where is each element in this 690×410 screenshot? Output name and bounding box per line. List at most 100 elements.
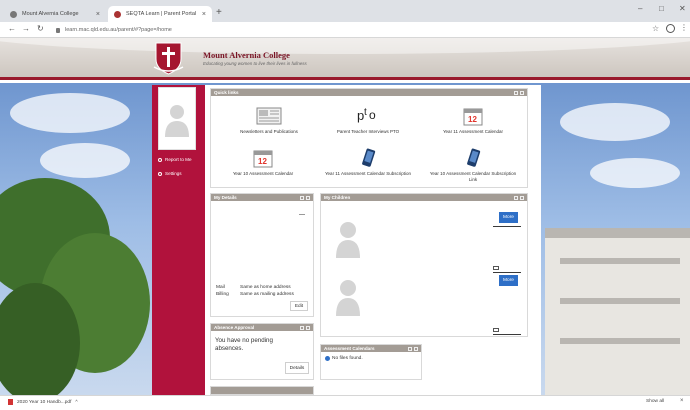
pdf-icon — [8, 399, 13, 405]
college-crest-icon — [153, 42, 184, 75]
widget-header — [211, 387, 313, 394]
tab-title: SEQTA Learn | Parent Portal — [126, 11, 197, 17]
building — [545, 228, 690, 395]
info-icon — [325, 356, 330, 361]
building-roof — [545, 228, 690, 238]
person-silhouette-icon — [165, 104, 189, 137]
phone-icon — [467, 148, 481, 167]
detail-row: Mail Same as home address — [216, 284, 294, 291]
child-divider — [493, 272, 521, 273]
maximize-icon[interactable]: □ — [659, 4, 664, 13]
browser-tab-bar: Mount Alvernia College × SEQTA Learn | P… — [0, 0, 690, 22]
seqta-icon — [114, 10, 121, 18]
url-bar[interactable]: learn.mac.qld.edu.au/parent/#?page=/home — [56, 24, 656, 36]
absence-message: You have no pending absences. — [215, 337, 273, 352]
site-header: Mount Alvernia College Educating young w… — [0, 38, 690, 80]
svg-text:t: t — [364, 107, 367, 118]
window-close-icon[interactable]: ✕ — [679, 4, 686, 13]
edit-button[interactable]: Edit — [290, 301, 308, 311]
download-file-name: 2020 Year 10 Handb...pdf — [17, 399, 72, 405]
quick-link-year11-subscription[interactable]: Year 11 Assessment Calendar Subscription — [322, 148, 414, 177]
quick-link-label: Newsletters and Publications — [240, 129, 298, 134]
widget-controls[interactable] — [300, 195, 310, 200]
building-balcony — [560, 338, 680, 344]
no-files-row: No files found. — [325, 356, 363, 361]
sidebar-item-label: Settings — [165, 171, 182, 176]
widget-header: Assessment Calendars — [321, 345, 421, 352]
widget-controls[interactable] — [514, 195, 524, 200]
widget-title: My Children — [324, 195, 351, 200]
download-bar-close-icon[interactable]: × — [680, 398, 684, 404]
widget-header: My Children — [321, 194, 527, 201]
chevron-up-icon[interactable]: ^ — [75, 400, 77, 405]
more-button[interactable]: More — [499, 275, 518, 286]
child-silhouette-icon — [336, 280, 360, 316]
widget-controls[interactable] — [300, 325, 310, 330]
download-item[interactable]: 2020 Year 10 Handb...pdf ^ — [8, 399, 78, 405]
forward-icon[interactable]: → — [22, 24, 30, 33]
cloud — [560, 103, 670, 141]
widget-controls[interactable] — [514, 90, 524, 95]
minimize-icon[interactable]: – — [638, 4, 642, 13]
quick-link-label: Year 10 Assessment Calendar Subscription… — [429, 171, 517, 182]
tab-close-icon[interactable]: × — [202, 11, 206, 18]
pto-icon: p t o — [357, 107, 376, 123]
new-tab-button[interactable]: + — [216, 7, 222, 18]
header-arc — [0, 38, 690, 54]
widget-header: My Details — [211, 194, 313, 201]
profile-icon[interactable] — [666, 24, 675, 33]
detail-rows: Mail Same as home address Billing Same a… — [216, 284, 294, 298]
globe-icon — [10, 10, 17, 18]
cloud — [40, 143, 130, 178]
gear-icon — [158, 171, 162, 176]
no-files-text: No files found. — [332, 356, 363, 361]
bookmark-star-icon[interactable]: ☆ — [652, 24, 659, 33]
quick-link-year10-calendar[interactable]: 12 Year 10 Assessment Calendar — [217, 148, 309, 177]
widget-header: Quick links — [211, 89, 527, 96]
browser-tab-portal[interactable]: SEQTA Learn | Parent Portal × — [108, 6, 212, 22]
address-bar-row: ← → ↻ learn.mac.qld.edu.au/parent/#?page… — [0, 22, 690, 38]
widget-title: Assessment Calendars — [324, 346, 375, 351]
menu-icon[interactable]: ⋮ — [680, 23, 688, 32]
sidebar-item-report[interactable]: Report to Me — [158, 157, 192, 162]
sidebar-item-settings[interactable]: Settings — [158, 171, 182, 176]
show-all-button[interactable]: Show all — [646, 399, 664, 404]
detail-value: Same as home address — [240, 285, 291, 290]
svg-text:12: 12 — [468, 115, 477, 124]
sidebar-item-label: Report to Me — [165, 157, 192, 162]
url-text: learn.mac.qld.edu.au/parent/#?page=/home — [65, 27, 172, 33]
detail-row: Billing Same as mailing address — [216, 291, 294, 298]
quick-link-pto[interactable]: p t o Parent Teacher Interviews PTO — [322, 106, 414, 135]
cloud — [10, 93, 130, 133]
download-bar: 2020 Year 10 Handb...pdf ^ Show all × — [0, 395, 690, 410]
absence-approval-widget: Absence Approval You have no pending abs… — [210, 323, 314, 380]
quick-link-year10-subscription[interactable]: Year 10 Assessment Calendar Subscription… — [427, 148, 519, 182]
browser-tab-college[interactable]: Mount Alvernia College × — [4, 6, 106, 22]
child-silhouette-icon — [336, 222, 360, 258]
calendar-icon: 12 — [253, 150, 273, 168]
reload-icon[interactable]: ↻ — [37, 24, 44, 33]
child-divider — [493, 334, 521, 335]
back-icon[interactable]: ← — [8, 24, 16, 33]
detail-dash — [299, 214, 305, 215]
lock-icon — [56, 27, 60, 33]
widget-controls[interactable] — [408, 346, 418, 351]
report-icon — [158, 157, 162, 162]
quick-link-label: Year 11 Assessment Calendar Subscription — [324, 171, 412, 176]
widget-title: Absence Approval — [214, 325, 255, 330]
quick-link-newsletters[interactable]: Newsletters and Publications — [223, 106, 315, 135]
detail-key: Mail — [216, 285, 225, 290]
mail-icon[interactable] — [493, 266, 499, 270]
mail-icon[interactable] — [493, 328, 499, 332]
detail-value: Same as mailing address — [240, 292, 294, 297]
newspaper-icon — [256, 107, 282, 125]
quick-link-label: Year 10 Assessment Calendar — [232, 171, 294, 176]
quick-link-year11-calendar[interactable]: 12 Year 11 Assessment Calendar — [427, 106, 519, 135]
building-balcony — [560, 298, 680, 304]
more-button[interactable]: More — [499, 212, 518, 223]
my-details-widget: My Details Mail Same as home address Bil… — [210, 193, 314, 317]
school-name: Mount Alvernia College — [203, 50, 290, 60]
details-button[interactable]: Details — [285, 362, 309, 374]
tab-close-icon[interactable]: × — [96, 11, 100, 18]
quick-link-label: Year 11 Assessment Calendar — [442, 129, 504, 134]
